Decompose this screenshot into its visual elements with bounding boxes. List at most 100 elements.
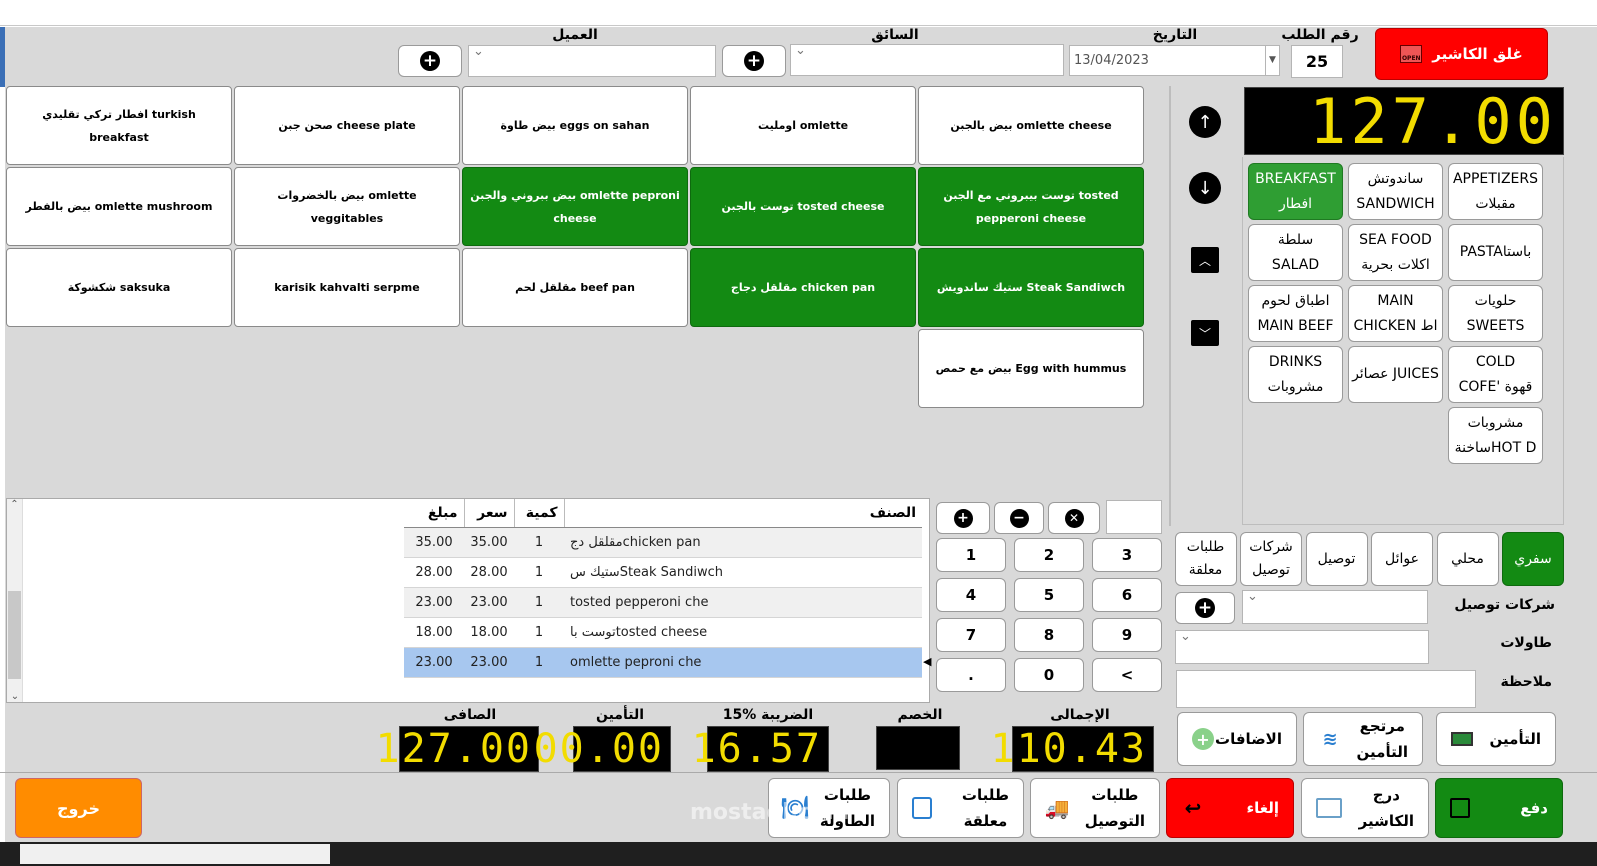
keypad-key[interactable]: . [936, 658, 1006, 692]
cell-item: توست باtosted cheese [564, 617, 922, 648]
cell-qty: 1 [514, 647, 564, 678]
menu-item[interactable]: مقلقل لحم beef pan [462, 248, 688, 327]
wind-icon: ≋ [1322, 728, 1338, 750]
scroll-down-button[interactable]: ↓ [1189, 172, 1221, 204]
category-button[interactable]: حلويات SWEETS [1448, 285, 1543, 342]
menu-item[interactable]: مقلقل دجاج chicken pan [690, 248, 916, 327]
menu-item[interactable]: بيض بالفطر omlette mushroom [6, 167, 232, 246]
add-circle-icon: + [1192, 728, 1214, 750]
undo-arrow-icon: ↩ [1184, 796, 1202, 820]
menu-item[interactable]: بيض بالخضروات omlette veggitables [234, 167, 460, 246]
pay-button[interactable]: دفع [1435, 778, 1563, 838]
tax-display: 16.57 [692, 726, 829, 772]
keypad-key[interactable]: 3 [1092, 538, 1162, 572]
scrollbar[interactable]: ⌃ ⌄ [7, 499, 23, 702]
delete-item-button[interactable]: ✕ [1048, 502, 1100, 534]
order-type-button[interactable]: طلبات معلقة [1174, 532, 1237, 586]
keypad-key[interactable]: 6 [1092, 578, 1162, 612]
table-row[interactable]: 23.00 23.00 1 tosted pepperoni che [404, 587, 922, 618]
add-driver-button[interactable]: + [722, 45, 786, 77]
order-type-button[interactable]: توصيل [1305, 532, 1368, 586]
menu-item[interactable]: بيض طاوة eggs on sahan [462, 86, 688, 165]
note-input[interactable] [1176, 670, 1476, 708]
exit-button[interactable]: خروج [15, 778, 142, 838]
table-row[interactable]: 35.00 35.00 1 مقلقل دجchicken pan [404, 527, 922, 558]
keypad-key[interactable]: 0 [1014, 658, 1084, 692]
add-qty-button[interactable]: + [936, 502, 990, 534]
category-button[interactable]: MAIN CHICKEN اط [1348, 285, 1443, 342]
insurance-button[interactable]: التأمين [1436, 712, 1556, 766]
keypad-key[interactable]: 1 [936, 538, 1006, 572]
category-button[interactable]: ساندوتش SANDWICH [1348, 163, 1443, 220]
close-cashier-button[interactable]: OPEN غلق الكاشير [1375, 28, 1548, 80]
menu-item[interactable]: ستيك ساندويش Steak Sandiwch [918, 248, 1144, 327]
date-picker[interactable]: 13/04/2023 ▼ [1069, 45, 1280, 76]
divider [1169, 86, 1171, 526]
table-row[interactable]: 18.00 18.00 1 توست باtosted cheese [404, 617, 922, 648]
table-row[interactable]: 28.00 28.00 1 ستيك سSteak Sandiwch [404, 557, 922, 588]
categories-grid: APPETIZERS مقبلات ساندوتش SANDWICH BREAKFAST… [1248, 163, 1543, 464]
net-display: 127.00 [376, 726, 539, 772]
keypad-key[interactable]: 9 [1092, 618, 1162, 652]
truck-icon: 🚚 [1044, 796, 1070, 820]
keypad-key[interactable]: 5 [1014, 578, 1084, 612]
order-type-button[interactable]: شركات توصيل [1240, 532, 1302, 586]
add-delivery-company-button[interactable]: + [1175, 592, 1235, 624]
scroll-up-button[interactable]: ↑ [1189, 106, 1221, 138]
menu-item[interactable]: توست بيبروني مع الجبن tosted pepperoni c… [918, 167, 1144, 246]
delivery-company-select[interactable] [1242, 589, 1428, 624]
keypad-input[interactable] [1106, 500, 1162, 534]
customer-select[interactable] [468, 44, 716, 77]
order-table: مبلغ سعر كمية الصنف 35.00 35.00 1 مقلقل دجc… [404, 499, 922, 678]
order-type-button[interactable]: محلي [1436, 532, 1499, 586]
additions-button[interactable]: + الاضافات [1177, 712, 1297, 766]
category-button[interactable]: عصائر JUICES [1348, 346, 1443, 403]
order-number-field[interactable]: 25 [1291, 45, 1343, 78]
menu-item[interactable]: افطار تركي تقليدي turkish breakfast [6, 86, 232, 165]
table-row[interactable]: 23.00 23.00 1 omlette peproni che [404, 647, 922, 678]
page-down-button[interactable]: ﹀ [1191, 320, 1219, 346]
driver-select[interactable] [790, 43, 1064, 76]
keypad-key[interactable]: 8 [1014, 618, 1084, 652]
tables-select[interactable] [1175, 629, 1429, 664]
menu-item[interactable]: توست بالجبن tosted cheese [690, 167, 916, 246]
pending-orders-button[interactable]: طلبات معلقة [897, 778, 1024, 838]
menu-item[interactable]: بيض مع حمص Egg with hummus [918, 329, 1144, 408]
keypad-key[interactable]: 2 [1014, 538, 1084, 572]
keypad-key[interactable]: 7 [936, 618, 1006, 652]
category-button[interactable]: PASTAباستا [1448, 224, 1543, 281]
category-button[interactable]: مشروبات ساخنةHOT D [1448, 407, 1543, 464]
menu-item[interactable]: karisik kahvalti serpme [234, 248, 460, 327]
menu-item[interactable]: بيض ببروني والجبن omlette peproni cheese [462, 167, 688, 246]
numeric-keypad: 1 2 3 4 5 6 7 8 9. 0 < [934, 538, 1166, 694]
menu-item[interactable]: شكشوكة saksuka [6, 248, 232, 327]
menu-item[interactable]: اومليت omlette [690, 86, 916, 165]
discount-display[interactable] [876, 726, 960, 770]
order-type-button[interactable]: عوائل [1371, 532, 1433, 586]
menu-item[interactable]: صحن جبن cheese plate [234, 86, 460, 165]
category-button[interactable]: APPETIZERS مقبلات [1448, 163, 1543, 220]
menu-item[interactable]: بيض بالجبن omlette cheese [918, 86, 1144, 165]
category-button[interactable]: SEA FOOD اكلات بحرية [1348, 224, 1443, 281]
order-type-button[interactable]: سفري [1502, 532, 1564, 586]
keypad-key[interactable]: < [1092, 658, 1162, 692]
scrollbar-thumb[interactable] [8, 591, 21, 679]
net-label: الصافى [443, 707, 497, 723]
insurance-return-button[interactable]: ≋ مرتجع التأمين [1303, 712, 1423, 766]
clipboard-icon [912, 797, 932, 819]
keypad-key[interactable]: 4 [936, 578, 1006, 612]
category-button[interactable]: DRINKS مشروبات [1248, 346, 1343, 403]
tables-label: طاولات [1500, 635, 1552, 651]
category-button[interactable]: BREAKFAST افطار [1248, 163, 1343, 220]
page-up-button[interactable]: ︿ [1191, 247, 1219, 273]
category-button[interactable]: اطباق لحوم MAIN BEEF [1248, 285, 1343, 342]
category-button[interactable]: COLD COFE' قهوة [1448, 346, 1543, 403]
taskbar-window[interactable] [20, 844, 330, 864]
cancel-button[interactable]: ↩ إلغاء [1166, 778, 1294, 838]
cashier-drawer-button[interactable]: درج الكاشير [1301, 778, 1429, 838]
category-button[interactable]: سلطة SALAD [1248, 224, 1343, 281]
cell-price: 23.00 [464, 647, 514, 678]
minus-qty-button[interactable]: − [994, 502, 1044, 534]
add-customer-button[interactable]: + [398, 45, 462, 77]
delivery-orders-button[interactable]: 🚚 طلبات التوصيل [1030, 778, 1160, 838]
